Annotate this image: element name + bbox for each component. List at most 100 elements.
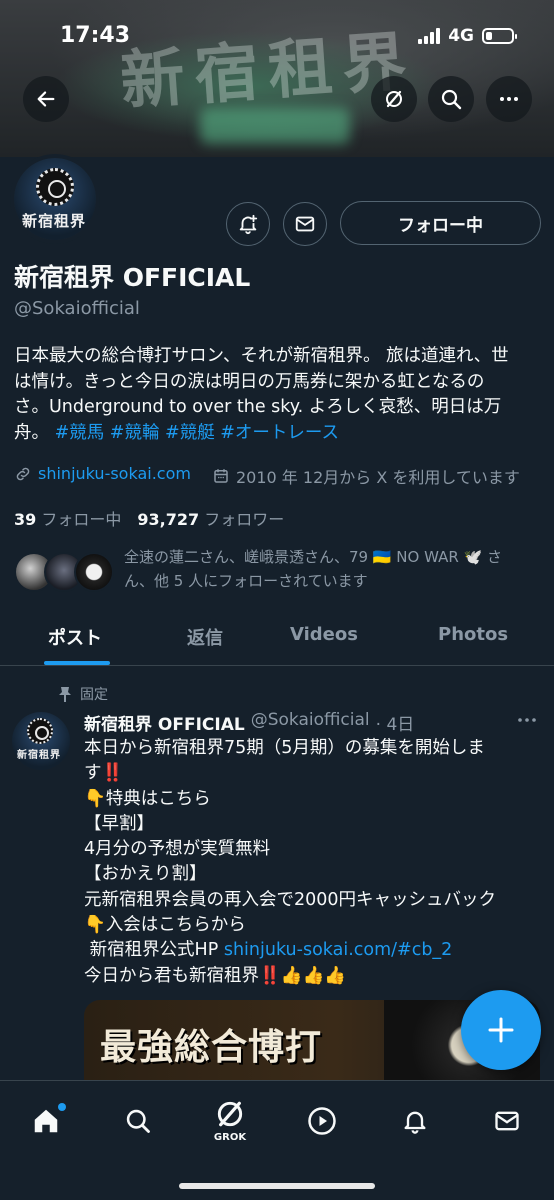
post-line: 新宿租界公式HP <box>84 940 224 961</box>
post-line: 特典はこちら <box>105 788 211 809</box>
post-header: 新宿租界 OFFICIAL @Sokaiofficial · 4日 <box>84 710 414 735</box>
nav-search[interactable] <box>116 1099 160 1143</box>
post-line: 【おかえり割】 <box>84 864 207 885</box>
profile-name: 新宿租界 OFFICIAL <box>14 263 251 292</box>
pinned-label-row: 固定 <box>58 684 108 704</box>
more-horizontal-icon <box>518 718 536 722</box>
status-time: 17:43 <box>60 23 131 48</box>
joined-text: 2010 年 12月から X を利用しています <box>236 468 520 487</box>
grok-slash-icon <box>386 90 402 108</box>
back-button[interactable] <box>23 76 69 122</box>
notification-dot <box>58 1103 66 1111</box>
pointing-down-emoji: 👇 <box>84 915 106 936</box>
bio-line: さ。Underground to over the sky. よろしく哀愁、明日… <box>14 397 502 417</box>
nav-messages[interactable] <box>485 1099 529 1143</box>
post-text: 本日から新宿租界75期（5月期）の募集を開始しま す‼️ 👇特典はこちら 【早割… <box>84 736 544 989</box>
avatar-text: 新宿租界 <box>17 750 61 761</box>
grok-button[interactable] <box>371 76 417 122</box>
pinned-label: 固定 <box>80 687 108 703</box>
mail-icon <box>495 1111 519 1131</box>
battery-icon <box>482 28 517 44</box>
profile-bio: 日本最大の総合博打サロン、それが新宿租界。 旅は道連れ、世 は情け。きっと今日の… <box>14 344 544 446</box>
search-icon <box>126 1109 150 1133</box>
more-horizontal-icon <box>500 97 518 101</box>
post-line: す <box>84 763 102 784</box>
followed-by-text[interactable]: 全速の蓮二さん、嵯峨景透さん、79 🇺🇦 NO WAR 🕊️ さ ん、他 5 人… <box>124 545 544 593</box>
post-author-name[interactable]: 新宿租界 OFFICIAL <box>84 710 245 735</box>
post-line: 4月分の予想が実質無料 <box>84 839 271 860</box>
profile-avatar[interactable]: 新宿租界 <box>10 154 100 244</box>
calendar-icon <box>214 469 228 483</box>
post-line: 今日から君も新宿租界 <box>84 965 259 986</box>
active-tab-indicator <box>44 661 110 665</box>
tab-photos[interactable]: Photos <box>438 624 508 645</box>
emblem-icon <box>27 718 53 744</box>
tab-replies[interactable]: 返信 <box>187 624 223 650</box>
compose-button[interactable] <box>461 990 541 1070</box>
post-time[interactable]: · 4日 <box>376 710 415 735</box>
post-line: 【早割】 <box>84 813 154 834</box>
bio-line: 舟。 <box>14 422 55 443</box>
following-count: 39 <box>14 510 37 529</box>
grok-label: GROK <box>213 1131 247 1143</box>
nav-grok[interactable]: GROK <box>208 1093 252 1147</box>
followers-count-link[interactable]: 93,727 フォロワー <box>137 506 284 530</box>
grok-icon <box>217 1101 243 1126</box>
post-line: 元新宿租界会員の再入会で2000円キャッシュバック <box>84 889 497 910</box>
post-line: 本日から新宿租界75期（5月期）の募集を開始しま <box>84 738 485 758</box>
profile-tabs: ポスト 返信 Videos Photos <box>0 610 554 666</box>
follow-counts: 39 フォロー中 93,727 フォロワー <box>14 506 284 530</box>
followed-by-line: ん、他 5 人にフォローされています <box>124 572 368 590</box>
arrow-left-icon <box>37 91 55 107</box>
followers-count: 93,727 <box>137 510 200 529</box>
profile-handle: @Sokaiofficial <box>14 298 140 319</box>
tab-posts[interactable]: ポスト <box>48 624 102 650</box>
emoji-group: ‼️👍👍👍 <box>259 965 347 986</box>
following-count-link[interactable]: 39 フォロー中 <box>14 506 121 530</box>
following-label: フォロー中 <box>41 510 122 529</box>
bio-hashtags[interactable]: #競馬 #競輪 #競艇 #オートレース <box>55 423 339 443</box>
search-icon <box>441 89 462 110</box>
double-exclamation-emoji: ‼️ <box>101 763 124 784</box>
pin-icon <box>59 687 71 702</box>
avatar-text: 新宿租界 <box>22 212 87 230</box>
post-avatar[interactable]: 新宿租界 <box>12 712 70 770</box>
bio-line: は情け。きっと今日の涙は明日の万馬券に架かる虹となるの <box>14 371 485 392</box>
status-indicators: 4G <box>418 26 517 46</box>
search-button[interactable] <box>428 76 474 122</box>
bottom-navigation: GROK <box>0 1080 554 1200</box>
nav-notifications[interactable] <box>393 1099 437 1143</box>
nav-home[interactable] <box>24 1099 68 1143</box>
bell-icon <box>404 1111 426 1134</box>
signal-icon <box>418 28 441 44</box>
message-button[interactable] <box>283 202 327 246</box>
post-link[interactable]: shinjuku-sokai.com/#cb_2 <box>224 940 452 960</box>
bio-line: 日本最大の総合博打サロン、それが新宿租界。 旅は道連れ、世 <box>14 346 509 366</box>
followed-by-avatars[interactable] <box>14 552 114 594</box>
emblem-icon <box>36 168 74 206</box>
followed-by-line: 全速の蓮二さん、嵯峨景透さん、79 🇺🇦 NO WAR 🕊️ さ <box>124 548 503 566</box>
joined-row: 2010 年 12月から X を利用しています <box>212 464 520 488</box>
plus-icon <box>488 1017 514 1043</box>
mail-icon <box>295 216 315 232</box>
more-button[interactable] <box>486 76 532 122</box>
followers-label: フォロワー <box>204 510 285 529</box>
pointing-down-emoji: 👇 <box>84 788 106 809</box>
bell-plus-icon <box>239 214 258 235</box>
following-button[interactable]: フォロー中 <box>340 201 541 245</box>
image-title: 最強総合博打 <box>100 1026 323 1068</box>
link-icon <box>16 467 30 480</box>
post-author-handle[interactable]: @Sokaiofficial <box>251 710 370 735</box>
home-icon <box>34 1109 58 1133</box>
website-link[interactable]: shinjuku-sokai.com <box>38 464 191 483</box>
tab-videos[interactable]: Videos <box>290 624 358 645</box>
avatar <box>74 552 114 592</box>
website-row[interactable]: shinjuku-sokai.com <box>14 464 191 483</box>
play-icon <box>308 1107 336 1135</box>
post-more-button[interactable] <box>516 712 538 733</box>
post-line: 入会はこちらから <box>105 915 246 936</box>
home-indicator <box>179 1183 375 1189</box>
network-label: 4G <box>448 26 474 46</box>
notify-button[interactable] <box>226 202 270 246</box>
nav-media[interactable] <box>300 1099 344 1143</box>
